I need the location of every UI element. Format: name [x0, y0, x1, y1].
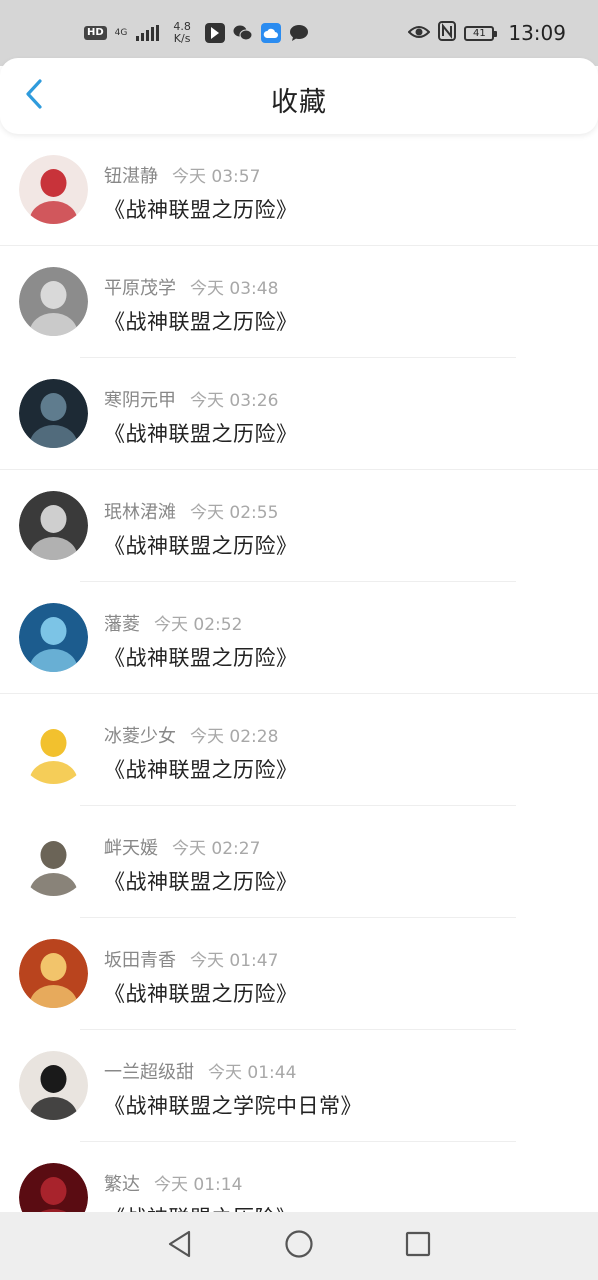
- network-type: 4G: [114, 27, 128, 38]
- avatar[interactable]: [19, 155, 88, 224]
- work-title: 《战神联盟之历险》: [104, 646, 298, 670]
- author-line: 平原茂学 今天 03:48: [104, 274, 278, 300]
- author-line: 繁达 今天 01:14: [104, 1170, 242, 1196]
- author-name: 平原茂学: [104, 278, 176, 299]
- home-circle-icon: [284, 1229, 314, 1263]
- work-title: 《战神联盟之历险》: [104, 1202, 298, 1212]
- author-name: 坂田青香: [104, 950, 176, 971]
- avatar[interactable]: [19, 939, 88, 1008]
- network-speed: 4.8 K/s: [173, 21, 191, 45]
- favorite-item[interactable]: 繁达今天 01:14 《战神联盟之历险》: [0, 1142, 598, 1212]
- network-type-label: 4G: [114, 27, 128, 38]
- hd-icon: HD: [84, 26, 107, 40]
- author-line: 坂田青香 今天 01:47: [104, 946, 278, 972]
- favorite-time: 今天 03:48: [190, 279, 279, 299]
- cloud-icon: [260, 23, 281, 43]
- avatar[interactable]: [19, 1051, 88, 1120]
- author-line: 珉林涒滩 今天 02:55: [104, 498, 278, 524]
- battery-level: 41: [472, 27, 486, 39]
- favorite-time: 今天 02:55: [190, 503, 279, 523]
- author-name: 藩菱: [104, 614, 140, 635]
- favorite-time: 今天 01:44: [208, 1063, 297, 1083]
- author-line: 藩菱 今天 02:52: [104, 610, 242, 636]
- work-title: 《战神联盟之历险》: [104, 310, 298, 334]
- favorite-time: 今天 01:47: [190, 951, 279, 971]
- avatar[interactable]: [19, 491, 88, 560]
- status-right: 41 13:09: [407, 20, 566, 46]
- author-line: 冰菱少女 今天 02:28: [104, 722, 278, 748]
- author-line: 衅天媛 今天 02:27: [104, 834, 260, 860]
- favorite-time: 今天 02:28: [190, 727, 279, 747]
- favorite-item[interactable]: 寒阴元甲 今天 03:26 《战神联盟之历险》: [0, 358, 598, 470]
- recents-square-icon: [405, 1231, 431, 1261]
- author-name: 冰菱少女: [104, 726, 176, 747]
- author-name: 衅天媛: [104, 838, 158, 859]
- work-title: 《战神联盟之历险》: [104, 422, 298, 446]
- page-title: 收藏: [271, 87, 327, 118]
- favorite-time: 今天 02:52: [154, 615, 243, 635]
- author-name: 珉林涒滩: [104, 502, 176, 523]
- avatar[interactable]: [19, 379, 88, 448]
- speed-unit: K/s: [173, 32, 191, 45]
- favorite-item[interactable]: 冰菱少女 今天 02:28 《战神联盟之历险》: [0, 694, 598, 806]
- work-title: 《战神联盟之历险》: [104, 982, 298, 1006]
- status-bar: HD 4G 4.8 K/s 41 13:09: [0, 0, 598, 66]
- favorite-time: 今天 01:14: [154, 1175, 243, 1195]
- work-title: 《战神联盟之学院中日常》: [104, 1094, 362, 1118]
- avatar[interactable]: [19, 603, 88, 672]
- status-left: HD 4G 4.8 K/s: [84, 21, 309, 45]
- avatar[interactable]: [19, 1163, 88, 1212]
- work-title: 《战神联盟之历险》: [104, 870, 298, 894]
- system-nav-bar: [0, 1212, 598, 1280]
- author-name: 一兰超级甜: [104, 1062, 194, 1083]
- author-name: 钮湛静: [104, 166, 158, 187]
- author-name: 寒阴元甲: [104, 390, 176, 411]
- nav-back-button[interactable]: [160, 1226, 200, 1266]
- work-title: 《战神联盟之历险》: [104, 758, 298, 782]
- message-icon: [289, 23, 309, 43]
- avatar[interactable]: [19, 827, 88, 896]
- wechat-icon: [233, 23, 253, 43]
- app-icon: [204, 23, 225, 43]
- author-name: 繁达: [104, 1174, 140, 1195]
- favorite-time: 今天 02:27: [172, 839, 261, 859]
- favorite-item[interactable]: 坂田青香 今天 01:47 《战神联盟之历险》: [0, 918, 598, 1030]
- avatar[interactable]: [19, 267, 88, 336]
- favorite-item[interactable]: 钮湛静 今天 03:57 《战神联盟之历险》: [0, 134, 598, 246]
- back-triangle-icon: [167, 1230, 193, 1262]
- favorite-item[interactable]: 平原茂学 今天 03:48 《战神联盟之历险》: [0, 246, 598, 358]
- favorite-item[interactable]: 珉林涒滩 今天 02:55 《战神联盟之历险》: [0, 470, 598, 582]
- nav-recents-button[interactable]: [398, 1226, 438, 1266]
- author-line: 钮湛静 今天 03:57: [104, 162, 260, 188]
- avatar[interactable]: [19, 715, 88, 784]
- favorite-item[interactable]: 衅天媛 今天 02:27 《战神联盟之历险》: [0, 806, 598, 918]
- favorite-time: 今天 03:26: [190, 391, 279, 411]
- status-time: 13:09: [508, 21, 566, 45]
- work-title: 《战神联盟之历险》: [104, 534, 298, 558]
- signal-icon: [136, 25, 160, 41]
- nav-home-button[interactable]: [279, 1226, 319, 1266]
- favorite-time: 今天 03:57: [172, 167, 261, 187]
- app-header: 收藏: [0, 58, 598, 134]
- favorites-list: 钮湛静 今天 03:57 《战神联盟之历险》 平原茂学 今天 03:48 《战神联盟之历险…: [0, 134, 598, 1212]
- nfc-icon: [438, 20, 457, 46]
- favorite-item[interactable]: 一兰超级甜 今天 01:44 《战神联盟之学院中日常》: [0, 1030, 598, 1142]
- author-line: 寒阴元甲 今天 03:26: [104, 386, 278, 412]
- favorite-item[interactable]: 藩菱 今天 02:52 《战神联盟之历险》: [0, 582, 598, 694]
- battery-icon: 41: [464, 25, 498, 41]
- eye-icon: [407, 21, 431, 45]
- author-line: 一兰超级甜 今天 01:44: [104, 1058, 296, 1084]
- work-title: 《战神联盟之历险》: [104, 198, 298, 222]
